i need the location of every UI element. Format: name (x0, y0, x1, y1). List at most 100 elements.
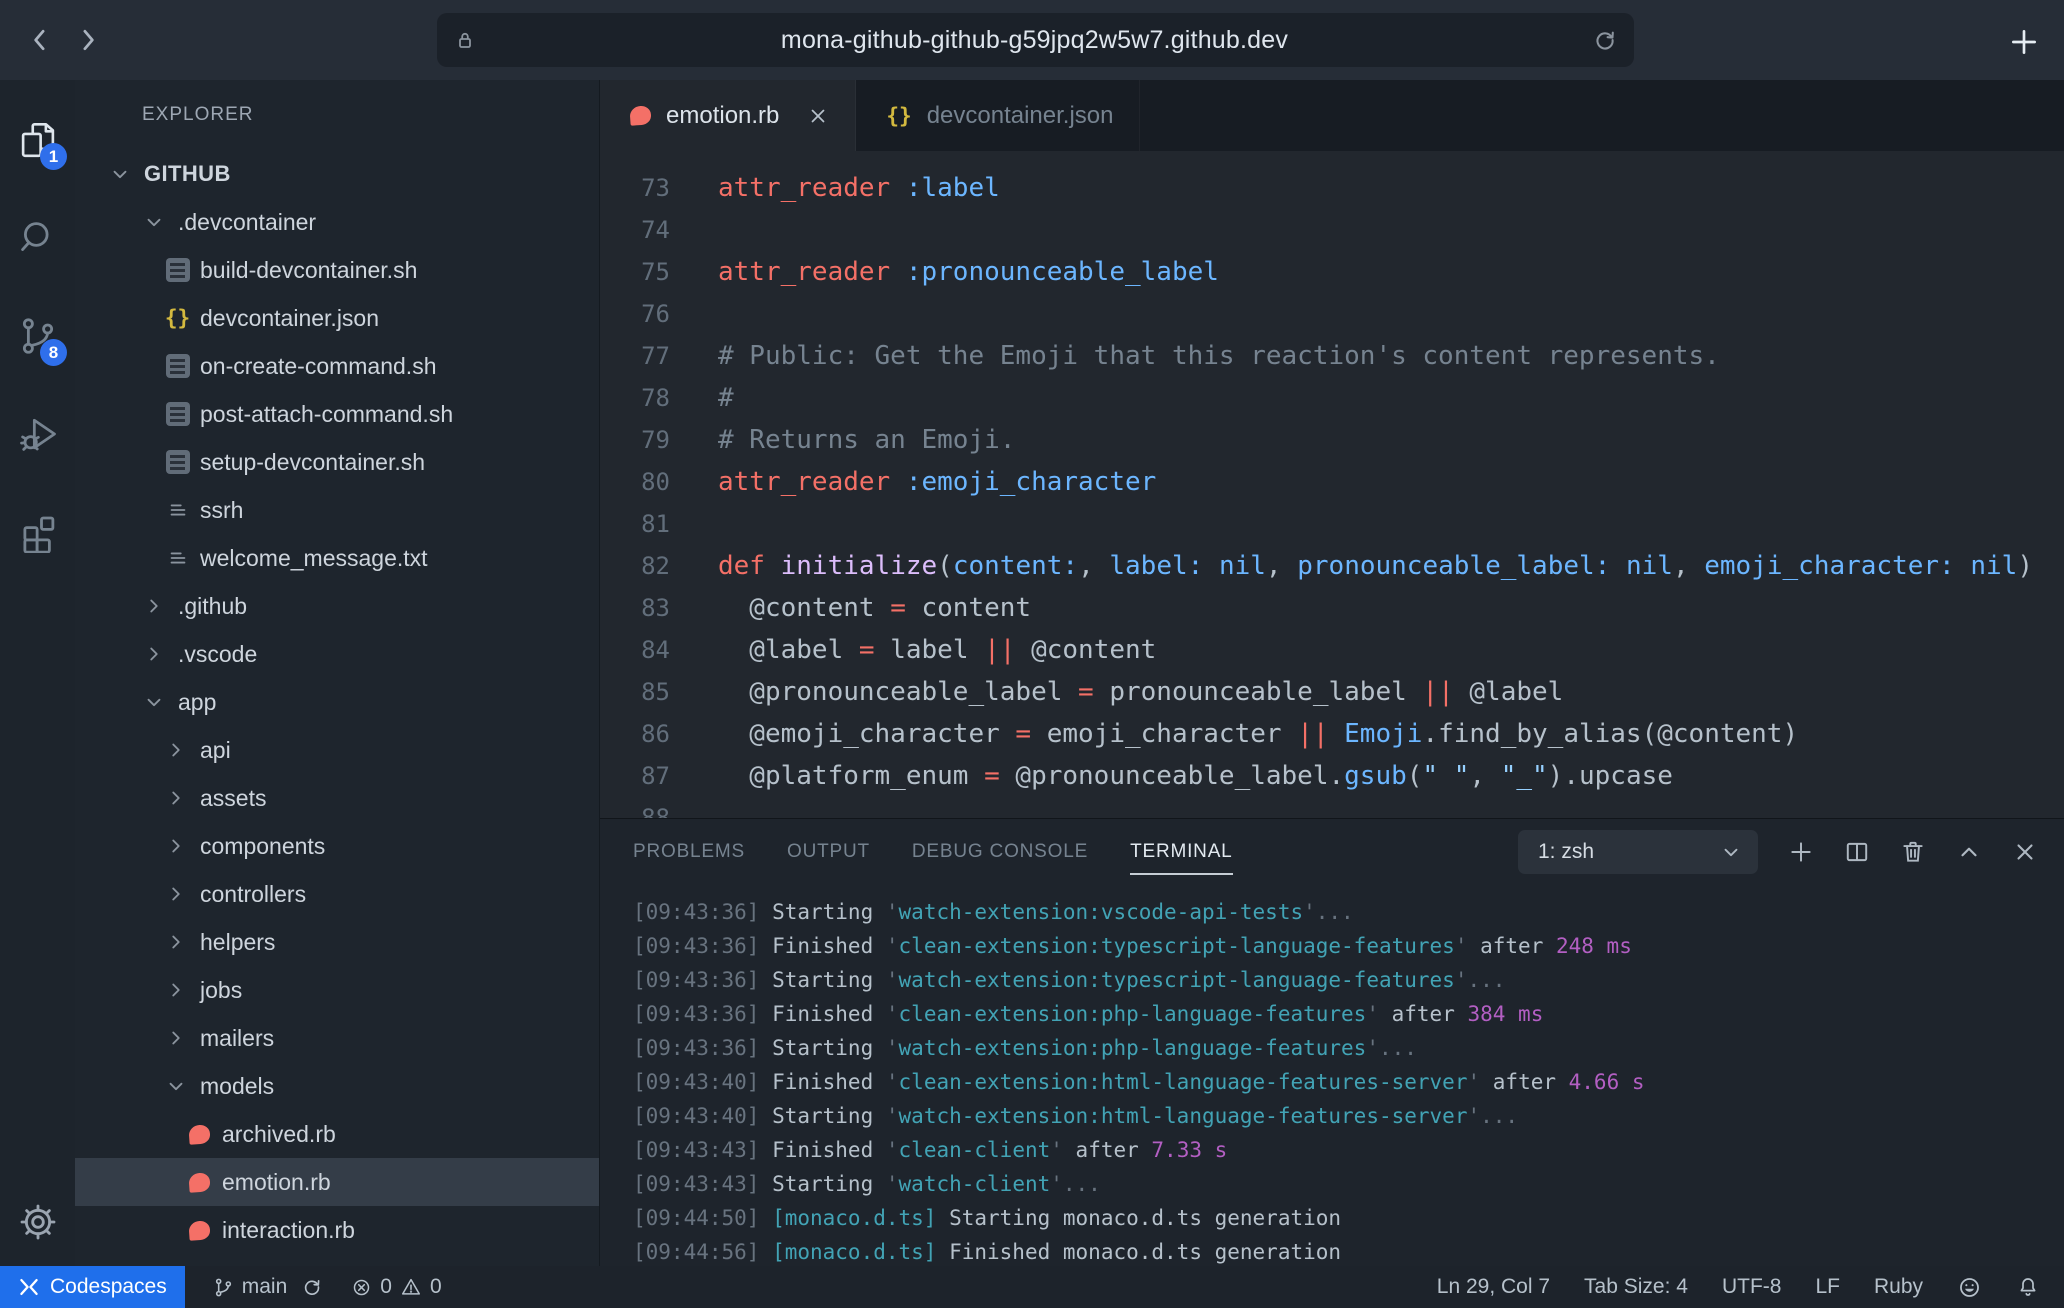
bottom-panel: PROBLEMS OUTPUT DEBUG CONSOLE TERMINAL 1: z… (600, 818, 2064, 1266)
terminal-token: watch-extension:typescript-language-feat… (899, 968, 1455, 992)
terminal-token: 248 ms (1556, 934, 1632, 958)
chevron-right-icon (164, 786, 188, 810)
line-number: 88 (600, 797, 670, 818)
ruby-file-icon (186, 1217, 213, 1243)
encoding[interactable]: UTF-8 (1722, 1275, 1782, 1299)
tree-item-interaction-rb[interactable]: interaction.rb (75, 1206, 599, 1254)
editor-tab-emotion-rb[interactable]: emotion.rb (600, 80, 856, 151)
token: attr_reader (718, 257, 890, 287)
line-number: 80 (600, 461, 670, 503)
tab-size[interactable]: Tab Size: 4 (1584, 1275, 1688, 1299)
browser-back-button[interactable] (16, 16, 64, 64)
error-icon (351, 1277, 372, 1298)
code-line-86: 86 @emoji_character = emoji_character ||… (600, 713, 2064, 755)
tree-item-devcontainer-json[interactable]: {}devcontainer.json (75, 294, 599, 342)
bell-icon (2016, 1275, 2040, 1299)
close-panel-button[interactable] (2012, 839, 2038, 865)
problems-status-item[interactable]: 0 0 (351, 1275, 441, 1299)
tree-item-label: .vscode (178, 641, 257, 668)
editor-tab-devcontainer-json[interactable]: {}devcontainer.json (856, 80, 1140, 151)
tree-item-vscode[interactable]: .vscode (75, 630, 599, 678)
tree-item-jobs[interactable]: jobs (75, 966, 599, 1014)
tree-item-emotion-rb[interactable]: emotion.rb (75, 1158, 599, 1206)
tree-item-github[interactable]: GITHUB (75, 150, 599, 198)
activity-explorer[interactable]: 1 (0, 102, 75, 178)
token: # Returns an Emoji. (718, 425, 1015, 455)
browser-url-bar[interactable]: mona-github-github-g59jpq2w5w7.github.de… (437, 13, 1634, 67)
activity-run-debug[interactable] (0, 396, 75, 472)
notifications-bell[interactable] (2016, 1275, 2040, 1299)
tree-item-archived-rb[interactable]: archived.rb (75, 1110, 599, 1158)
code-line-83: 83 @content = content (600, 587, 2064, 629)
feedback-smiley[interactable] (1957, 1275, 1982, 1300)
token: content (906, 593, 1031, 623)
terminal-shell-select[interactable]: 1: zsh (1518, 830, 1758, 874)
tree-item-on-create-command-sh[interactable]: on-create-command.sh (75, 342, 599, 390)
tree-item-api[interactable]: api (75, 726, 599, 774)
eol[interactable]: LF (1815, 1275, 1840, 1299)
tree-item-controllers[interactable]: controllers (75, 870, 599, 918)
terminal-token: '... (1303, 900, 1354, 924)
token (890, 257, 906, 287)
terminal-token: Starting (772, 1104, 886, 1128)
code-line-74: 74 (600, 209, 2064, 251)
chevron-down-icon (108, 162, 132, 186)
code-line-81: 81 (600, 503, 2064, 545)
token: nil (1626, 551, 1673, 581)
tree-item-models[interactable]: models (75, 1062, 599, 1110)
new-tab-button[interactable] (2002, 20, 2046, 64)
split-terminal-button[interactable] (1844, 839, 1870, 865)
terminal-token: [monaco.d.ts] (772, 1240, 936, 1264)
cursor-position[interactable]: Ln 29, Col 7 (1437, 1275, 1550, 1299)
tree-item-github[interactable]: .github (75, 582, 599, 630)
tree-item-devcontainer[interactable]: .devcontainer (75, 198, 599, 246)
code-line-87: 87 @platform_enum = @pronounceable_label… (600, 755, 2064, 797)
token: = (1078, 677, 1094, 707)
tree-item-welcome-message-txt[interactable]: welcome_message.txt (75, 534, 599, 582)
activity-extensions[interactable] (0, 494, 75, 570)
terminal-token: [09:43:36] (633, 934, 772, 958)
tree-item-assets[interactable]: assets (75, 774, 599, 822)
new-terminal-button[interactable] (1788, 839, 1814, 865)
terminal-token: ' (1467, 1070, 1492, 1094)
panel-tab-debug-console[interactable]: DEBUG CONSOLE (912, 819, 1088, 885)
tree-item-ssrh[interactable]: ssrh (75, 486, 599, 534)
tree-item-setup-devcontainer-sh[interactable]: setup-devcontainer.sh (75, 438, 599, 486)
terminal-output[interactable]: [09:43:36] Starting 'watch-extension:vsc… (600, 885, 2064, 1266)
terminal-line: [09:43:43] Starting 'watch-client'... (633, 1167, 2064, 1201)
close-icon (2012, 839, 2038, 865)
terminal-token: Finished (772, 1002, 886, 1026)
terminal-token: [09:43:43] (633, 1172, 772, 1196)
tree-item-components[interactable]: components (75, 822, 599, 870)
panel-tab-terminal[interactable]: TERMINAL (1130, 819, 1232, 885)
settings-gear[interactable] (18, 1202, 58, 1242)
codespaces-status-item[interactable]: Codespaces (0, 1266, 185, 1308)
tree-item-post-attach-command-sh[interactable]: post-attach-command.sh (75, 390, 599, 438)
tree-item-app[interactable]: app (75, 678, 599, 726)
chevron-down-icon (142, 690, 166, 714)
maximize-panel-button[interactable] (1956, 839, 1982, 865)
panel-tab-problems[interactable]: PROBLEMS (633, 819, 745, 885)
activity-search[interactable] (0, 200, 75, 276)
browser-forward-button[interactable] (64, 16, 112, 64)
refresh-icon[interactable] (1592, 27, 1618, 53)
terminal-token: '... (1366, 1036, 1417, 1060)
code-text: # (718, 377, 734, 419)
editor-region: emotion.rb{}devcontainer.json 73attr_rea… (600, 80, 2064, 1266)
activity-source-control[interactable]: 8 (0, 298, 75, 374)
tree-item-label: jobs (200, 977, 242, 1004)
line-number: 85 (600, 671, 670, 713)
tree-item-build-devcontainer-sh[interactable]: build-devcontainer.sh (75, 246, 599, 294)
terminal-line: [09:44:50] [monaco.d.ts] Starting monaco… (633, 1201, 2064, 1235)
tree-item-helpers[interactable]: helpers (75, 918, 599, 966)
close-icon[interactable] (807, 105, 829, 127)
code-editor[interactable]: 73attr_reader :label7475attr_reader :pro… (600, 151, 2064, 818)
language-mode[interactable]: Ruby (1874, 1275, 1923, 1299)
branch-status-item[interactable]: main (213, 1275, 324, 1299)
panel-tab-output[interactable]: OUTPUT (787, 819, 870, 885)
terminal-token: Finished (772, 1138, 886, 1162)
tree-item-mailers[interactable]: mailers (75, 1014, 599, 1062)
file-tree: GITHUB.devcontainerbuild-devcontainer.sh… (75, 150, 599, 1266)
kill-terminal-button[interactable] (1900, 839, 1926, 865)
line-number: 82 (600, 545, 670, 587)
